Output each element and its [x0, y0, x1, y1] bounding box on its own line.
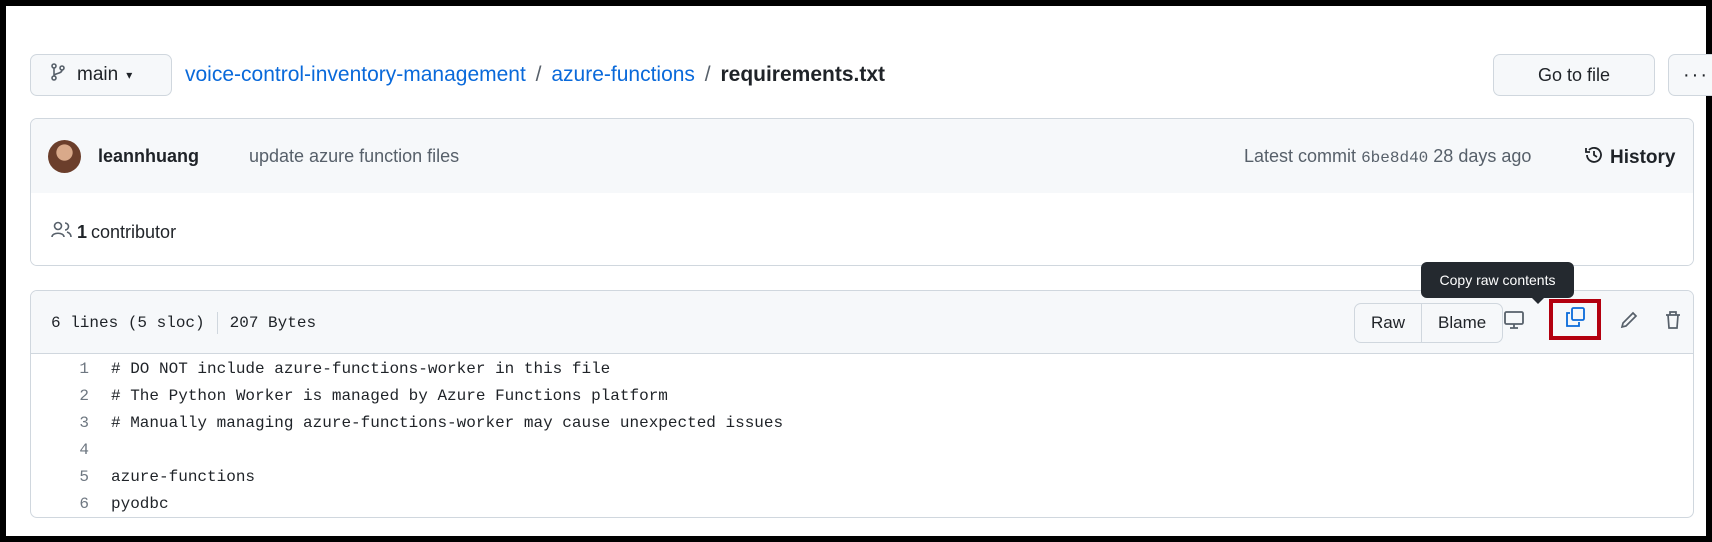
edit-file-button[interactable]	[1615, 308, 1643, 336]
display-icon	[1503, 310, 1525, 335]
pencil-icon	[1619, 310, 1639, 335]
line-content: azure-functions	[111, 467, 256, 486]
caret-down-icon: ▾	[126, 68, 133, 82]
commit-author-link[interactable]: leannhuang	[98, 146, 199, 167]
code-line: 2 # The Python Worker is managed by Azur…	[31, 382, 1693, 409]
branch-name: main	[77, 64, 119, 85]
breadcrumb-repo-link[interactable]: voice-control-inventory-management	[185, 63, 526, 86]
code-listing: 1 # DO NOT include azure-functions-worke…	[31, 355, 1693, 517]
divider	[216, 312, 218, 334]
commit-message-link[interactable]: update azure function files	[249, 146, 459, 167]
code-line: 4	[31, 436, 1693, 463]
commit-row: leannhuang update azure function files L…	[31, 119, 1693, 194]
code-line: 5 azure-functions	[31, 463, 1693, 490]
line-number[interactable]: 6	[31, 495, 111, 513]
screenshot-frame: main ▾ voice-control-inventory-managemen…	[0, 0, 1712, 542]
file-navigation-bar: main ▾ voice-control-inventory-managemen…	[30, 54, 1712, 98]
latest-commit-info: Latest commit 6be8d40 28 days ago	[1244, 146, 1531, 167]
line-number[interactable]: 3	[31, 414, 111, 432]
delete-file-button[interactable]	[1659, 308, 1687, 336]
line-number[interactable]: 5	[31, 468, 111, 486]
breadcrumb-separator: /	[704, 63, 711, 86]
trash-icon	[1664, 310, 1682, 335]
history-link[interactable]: History	[1584, 145, 1675, 171]
history-label: History	[1610, 147, 1676, 168]
breadcrumb-file-name: requirements.txt	[720, 63, 886, 86]
branch-selector-button[interactable]: main ▾	[30, 54, 172, 96]
raw-button[interactable]: Raw	[1355, 304, 1421, 342]
file-viewer: 6 lines (5 sloc) 207 Bytes Raw Blame 1 #…	[30, 290, 1694, 518]
file-header: 6 lines (5 sloc) 207 Bytes Raw Blame	[31, 291, 1693, 354]
breadcrumb: voice-control-inventory-management / azu…	[185, 63, 885, 87]
contributors-row: 1 contributor	[31, 193, 1693, 265]
breadcrumb-separator: /	[535, 63, 542, 86]
code-line: 6 pyodbc	[31, 490, 1693, 517]
code-line: 3 # Manually managing azure-functions-wo…	[31, 409, 1693, 436]
line-content: # DO NOT include azure-functions-worker …	[111, 359, 611, 378]
contributor-label: contributor	[91, 222, 177, 242]
commit-sha-link[interactable]: 6be8d40	[1361, 149, 1428, 167]
line-content: pyodbc	[111, 494, 169, 513]
file-lines-info: 6 lines (5 sloc)	[51, 314, 205, 332]
branch-icon	[51, 63, 77, 87]
line-content: # Manually managing azure-functions-work…	[111, 413, 784, 432]
copy-raw-contents-tooltip: Copy raw contents	[1421, 262, 1574, 304]
more-options-button[interactable]: ···	[1668, 54, 1712, 96]
people-icon	[51, 221, 77, 244]
code-line: 1 # DO NOT include azure-functions-worke…	[31, 355, 1693, 382]
display-rich-diff-button[interactable]	[1500, 308, 1528, 336]
avatar[interactable]	[48, 140, 81, 173]
line-content: # The Python Worker is managed by Azure …	[111, 386, 668, 405]
line-number[interactable]: 2	[31, 387, 111, 405]
contributor-count: 1	[77, 222, 88, 242]
commit-age: 28 days ago	[1433, 146, 1532, 166]
latest-commit-label: Latest commit	[1244, 146, 1357, 166]
file-info: 6 lines (5 sloc) 207 Bytes	[51, 312, 316, 334]
breadcrumb-folder-link[interactable]: azure-functions	[551, 63, 695, 86]
raw-blame-group: Raw Blame	[1354, 303, 1504, 343]
go-to-file-button[interactable]: Go to file	[1493, 54, 1655, 96]
history-icon	[1584, 145, 1610, 171]
line-number[interactable]: 1	[31, 360, 111, 378]
blame-button[interactable]: Blame	[1421, 304, 1502, 342]
latest-commit-box: leannhuang update azure function files L…	[30, 118, 1694, 266]
line-number[interactable]: 4	[31, 441, 111, 459]
file-size: 207 Bytes	[229, 314, 317, 332]
copy-raw-contents-button[interactable]	[1549, 299, 1601, 340]
copy-icon	[1564, 306, 1586, 333]
contributors-link[interactable]: 1 contributor	[51, 221, 176, 244]
